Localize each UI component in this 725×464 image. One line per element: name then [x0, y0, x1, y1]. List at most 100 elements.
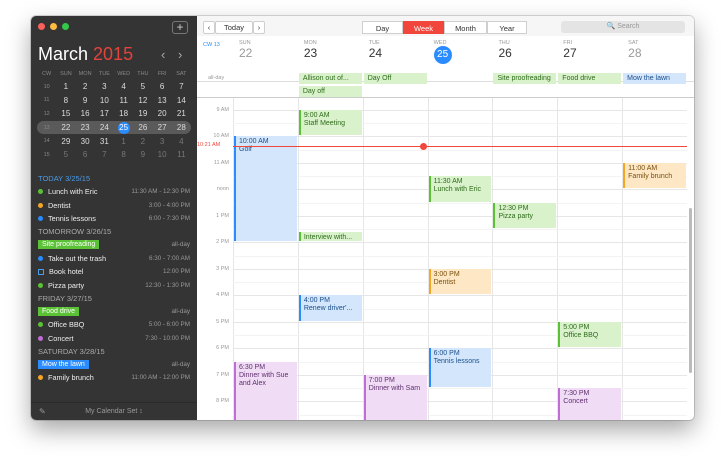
mini-today-circle[interactable]: 25 [117, 121, 130, 134]
calendar-event[interactable]: 10:00 AM Golf [234, 136, 297, 242]
mini-day[interactable]: 3 [153, 137, 172, 146]
calendar-event[interactable]: 7:30 PM Concert [558, 388, 622, 420]
mini-day[interactable]: 17 [95, 109, 114, 118]
mini-day[interactable]: 2 [133, 137, 152, 146]
mini-day[interactable]: 20 [153, 109, 172, 118]
close-window-button[interactable] [38, 23, 45, 30]
mini-day[interactable]: 10 [95, 96, 114, 105]
prev-week-chevron-icon[interactable]: ‹ [203, 21, 215, 34]
add-event-button[interactable]: + [172, 21, 188, 34]
mini-day[interactable]: 18 [114, 109, 133, 118]
mini-day[interactable]: 11 [114, 96, 133, 105]
calendar-event[interactable]: Interview with... [298, 231, 362, 242]
task-checkbox[interactable] [38, 268, 44, 275]
minimize-window-button[interactable] [50, 23, 57, 30]
mini-day[interactable]: 7 [172, 82, 191, 91]
agenda-allday-event-label[interactable]: Site proofreading [38, 240, 100, 250]
mini-day[interactable]: 3 [95, 82, 114, 91]
mini-next-month-chevron-icon[interactable]: › [178, 47, 182, 62]
mini-day[interactable]: 13 [153, 96, 172, 105]
agenda-item[interactable]: Concert 7:30 - 10:00 PM [31, 332, 197, 345]
agenda-item[interactable]: Take out the trash 6:30 - 7:00 AM [31, 252, 197, 265]
mini-day[interactable]: 9 [76, 96, 95, 105]
mini-day[interactable]: 4 [114, 82, 133, 91]
mini-day[interactable]: 26 [133, 123, 152, 132]
calendar-event[interactable]: 7:00 PM Dinner with Sam [363, 374, 427, 420]
day-column-header[interactable]: MON 23 [298, 40, 362, 60]
mini-day[interactable]: 1 [56, 82, 75, 91]
agenda-item[interactable]: Tennis lessons 6:00 - 7:30 PM [31, 212, 197, 225]
mini-day[interactable]: 1 [114, 137, 133, 146]
calendar-event[interactable]: 12:30 PM Pizza party [493, 202, 557, 229]
mini-day[interactable]: 24 [95, 123, 114, 132]
agenda-item[interactable]: Family brunch 11:00 AM - 12:00 PM [31, 371, 197, 384]
calendar-set-label[interactable]: My Calendar Set ↕ [85, 408, 143, 415]
day-column-header[interactable]: TUE 24 [363, 40, 427, 60]
mini-day[interactable]: 21 [172, 109, 191, 118]
scrollbar-thumb[interactable] [689, 208, 692, 373]
day-column-header[interactable]: WED 25 [428, 40, 492, 64]
mini-day[interactable]: 15 [56, 109, 75, 118]
agenda-item[interactable]: Site proofreading all-day [31, 238, 197, 251]
calendar-event[interactable]: 11:30 AM Lunch with Eric [428, 176, 492, 202]
agenda-item[interactable]: Dentist 3:00 - 4:00 PM [31, 198, 197, 211]
edit-icon[interactable]: ✎ [39, 403, 46, 420]
mini-day[interactable]: 10 [153, 150, 172, 159]
mini-day[interactable]: 27 [153, 123, 172, 132]
mini-day[interactable]: 5 [133, 82, 152, 91]
vertical-scrollbar[interactable] [687, 98, 694, 420]
mini-day[interactable]: 6 [76, 150, 95, 159]
mini-day[interactable]: 19 [133, 109, 152, 118]
agenda-item[interactable]: Book hotel 12:00 PM [31, 265, 197, 278]
calendar-event[interactable]: 4:00 PM Renew driver'... [298, 295, 362, 321]
calendar-event[interactable]: 11:00 AM Family brunch [623, 162, 687, 189]
calendar-event[interactable]: 9:00 AM Staff Meeting [298, 109, 362, 136]
mini-prev-month-chevron-icon[interactable]: ‹ [161, 47, 165, 62]
mini-day[interactable]: 22 [56, 123, 75, 132]
all-day-event[interactable]: Site proofreading [493, 73, 557, 84]
mini-day[interactable]: 4 [172, 137, 191, 146]
mini-day[interactable]: 8 [114, 150, 133, 159]
time-grid[interactable]: 9 AM 10 AM 11 AM noon 1 PM 2 PM 3 PM 4 PM 5 PM 6 … [197, 98, 687, 420]
next-week-chevron-icon[interactable]: › [253, 21, 265, 34]
agenda-item[interactable]: Pizza party 12:30 - 1:30 PM [31, 278, 197, 291]
view-week-button[interactable]: Week [403, 21, 444, 34]
day-column-header[interactable]: SUN 22 [233, 40, 297, 60]
agenda-allday-event-label[interactable]: Food drive [38, 306, 80, 316]
mini-day[interactable]: 8 [56, 96, 75, 105]
mini-day[interactable]: 23 [76, 123, 95, 132]
mini-day[interactable]: 30 [76, 137, 95, 146]
calendar-set-selector[interactable]: ✎ My Calendar Set ↕ [31, 402, 197, 420]
agenda-item[interactable]: Lunch with Eric 11:30 AM - 12:30 PM [31, 185, 197, 198]
agenda-item[interactable]: Office BBQ 5:00 - 6:00 PM [31, 318, 197, 331]
mini-day[interactable]: 16 [76, 109, 95, 118]
calendar-event[interactable]: 5:00 PM Office BBQ [558, 321, 622, 348]
agenda-allday-event-label[interactable]: Mow the lawn [38, 360, 89, 370]
mini-day[interactable]: 7 [95, 150, 114, 159]
mini-day[interactable]: 2 [76, 82, 95, 91]
today-button[interactable]: Today [215, 21, 253, 34]
view-day-button[interactable]: Day [362, 21, 403, 34]
all-day-event[interactable]: Mow the lawn [623, 73, 687, 84]
mini-day[interactable]: 29 [56, 137, 75, 146]
all-day-event[interactable]: Day off [298, 86, 362, 97]
all-day-event[interactable]: Food drive [558, 73, 622, 84]
day-column-header[interactable]: FRI 27 [557, 40, 621, 60]
mini-day-today[interactable]: 25 [114, 121, 133, 134]
all-day-event[interactable]: Allison out of... [298, 73, 362, 84]
day-column-header[interactable]: THU 26 [492, 40, 556, 60]
mini-day[interactable]: 12 [133, 96, 152, 105]
day-column-header[interactable]: SAT 28 [622, 40, 686, 60]
agenda-item[interactable]: Food drive all-day [31, 305, 197, 318]
agenda-item[interactable]: Mow the lawn all-day [31, 358, 197, 371]
mini-day[interactable]: 14 [172, 96, 191, 105]
mini-day[interactable]: 5 [56, 150, 75, 159]
calendar-event[interactable]: 6:30 PM Dinner with Sue and Alex [234, 361, 297, 420]
calendar-event[interactable]: 6:00 PM Tennis lessons [428, 348, 492, 388]
mini-day[interactable]: 28 [172, 123, 191, 132]
mini-day[interactable]: 6 [153, 82, 172, 91]
all-day-event[interactable]: Day Off [363, 73, 427, 84]
search-input[interactable]: 🔍 Search [561, 21, 685, 33]
mini-day[interactable]: 31 [95, 137, 114, 146]
mini-day[interactable]: 9 [133, 150, 152, 159]
